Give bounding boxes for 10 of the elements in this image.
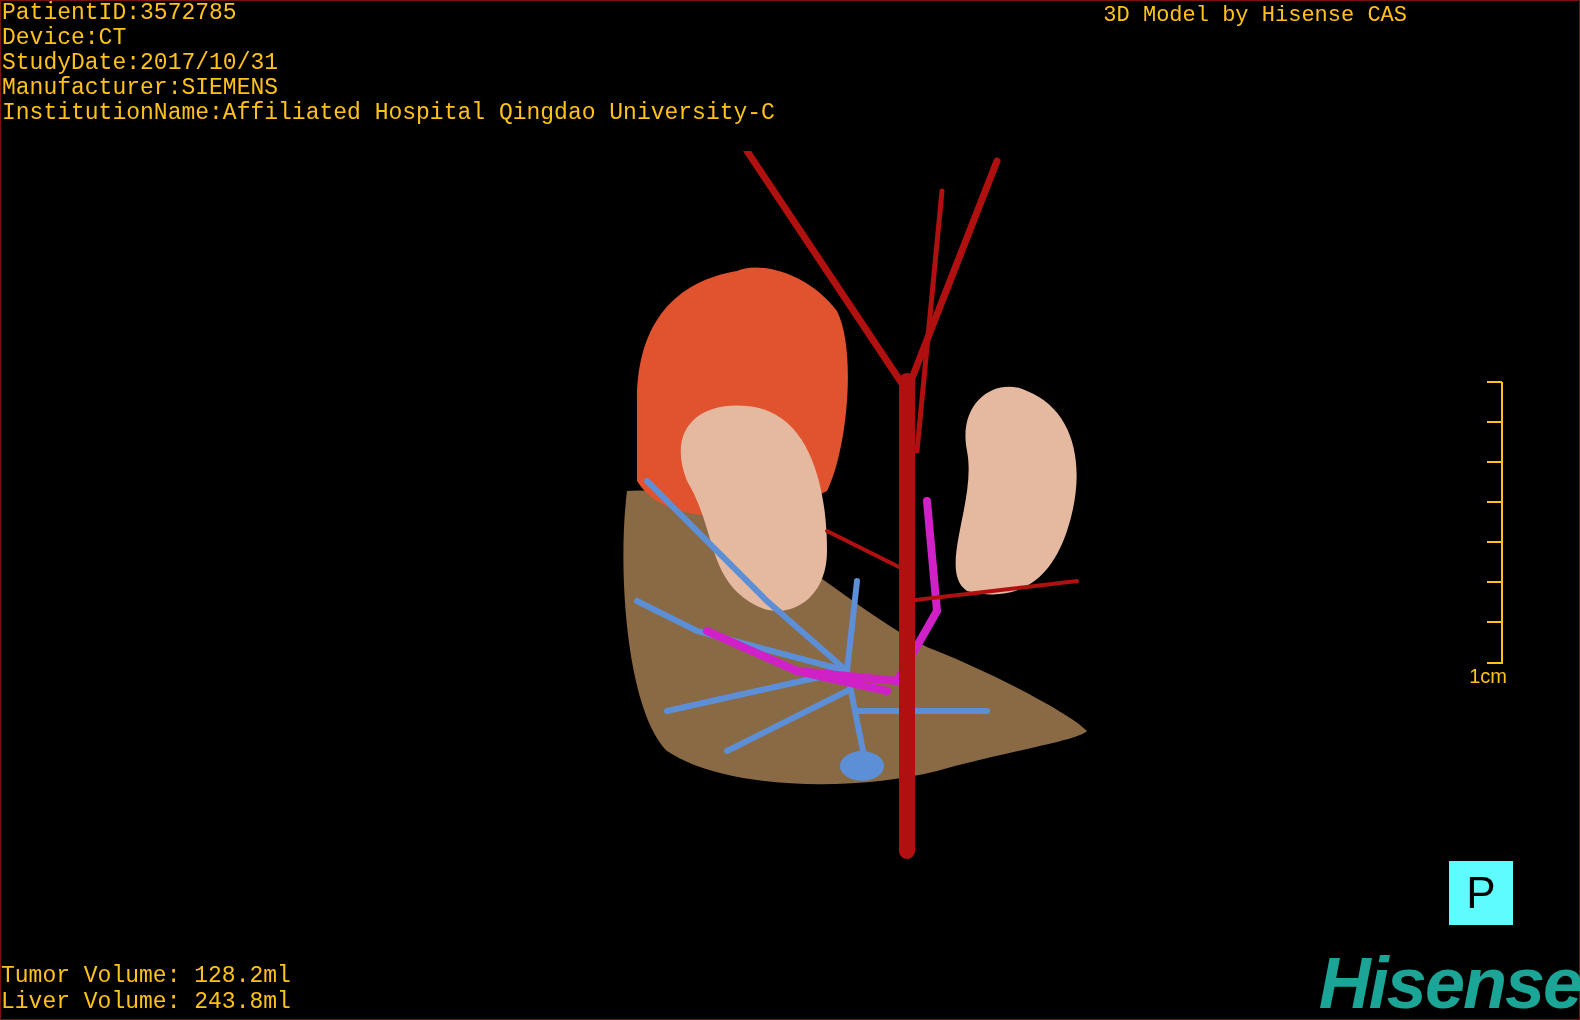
scale-label: 1cm bbox=[1469, 665, 1507, 687]
study-info-text: InstitutionName:Affiliated Hospital Qingdao University-C bbox=[2, 101, 775, 126]
study-info-text: Manufacturer:SIEMENS bbox=[2, 76, 280, 101]
study-info-text: PatientID:3572785 bbox=[2, 1, 238, 26]
volume-text: Liver Volume: 243.8ml bbox=[1, 989, 291, 1015]
volume-text: Tumor Volume: 128.2ml bbox=[1, 963, 291, 989]
study-info-text: Device:CT bbox=[2, 26, 128, 51]
viewer-title: 3D Model by Hisense CAS bbox=[1103, 2, 1407, 30]
orientation-marker: P bbox=[1449, 861, 1513, 925]
study-info-text: StudyDate:2017/10/31 bbox=[2, 51, 280, 76]
